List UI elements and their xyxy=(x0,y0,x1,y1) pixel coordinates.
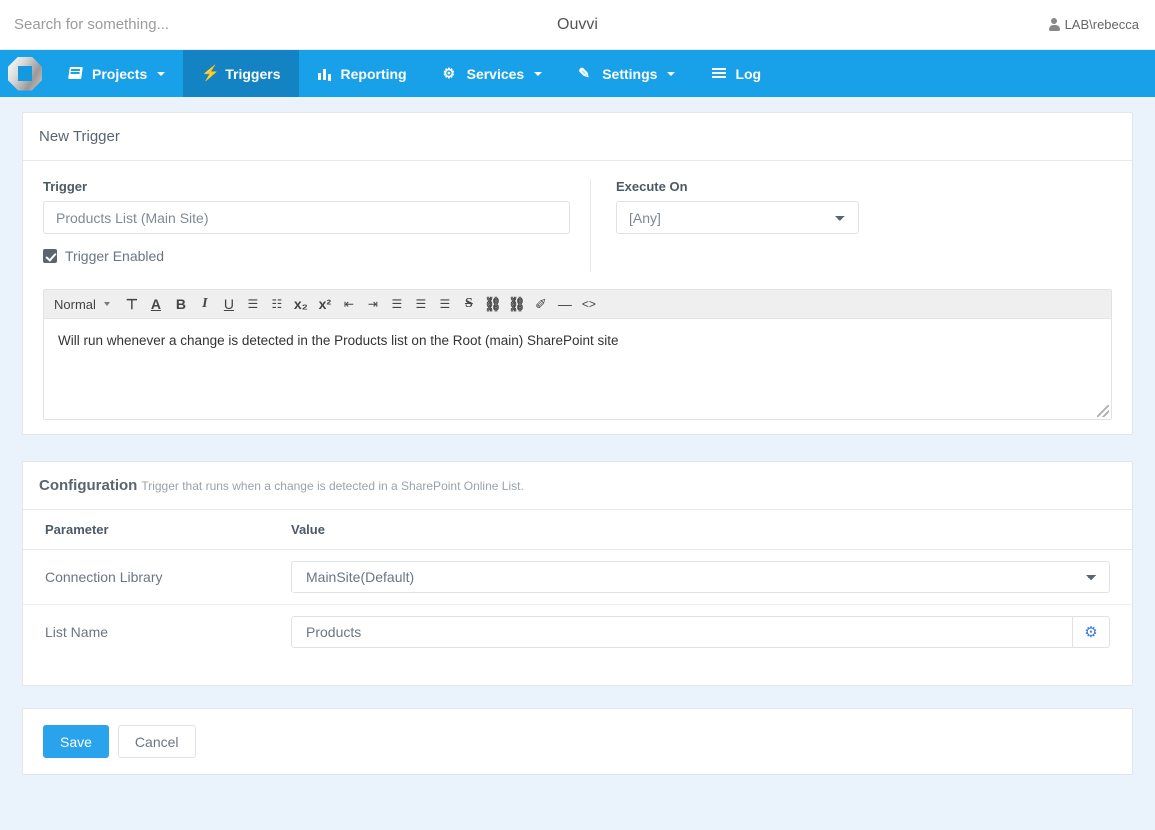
configuration-subtitle: Trigger that runs when a change is detec… xyxy=(141,479,524,493)
font-size-icon[interactable]: ⊤ xyxy=(122,292,144,316)
bullet-list-icon[interactable]: ☷ xyxy=(266,292,288,316)
ouvvi-logo xyxy=(8,56,42,91)
configuration-panel: Configuration Trigger that runs when a ch… xyxy=(22,461,1133,686)
main-navigation-bar: Projects ⚡ Triggers Reporting ⚙ Services… xyxy=(0,50,1155,97)
nav-item-services[interactable]: ⚙ Services xyxy=(425,50,561,97)
column-header-value: Value xyxy=(291,510,1132,550)
chart-icon xyxy=(317,66,333,81)
editor-style-picker-label: Normal xyxy=(54,296,96,312)
parameter-list-name: List Name xyxy=(45,624,109,640)
new-trigger-panel-body: Trigger Trigger Enabled Execute On [Any] xyxy=(23,161,1132,434)
value-connection-library-cell: MainSite(Default) xyxy=(291,549,1132,605)
align-left-icon[interactable]: ☰ xyxy=(386,292,408,316)
table-row: List Name ⚙ xyxy=(23,605,1132,660)
chevron-down-icon xyxy=(157,71,166,76)
editor-resize-handle[interactable] xyxy=(1097,405,1109,417)
top-header-bar: Ouvvi LAB\rebecca xyxy=(0,0,1155,50)
page-title: New Trigger xyxy=(39,128,120,145)
nav-item-projects-label: Projects xyxy=(92,65,148,82)
indent-icon[interactable]: ⇥ xyxy=(362,292,384,316)
list-name-settings-button[interactable]: ⚙ xyxy=(1072,616,1110,648)
gear-icon: ⚙ xyxy=(1084,623,1098,641)
table-header-row: Parameter Value xyxy=(23,510,1132,550)
wand-icon: ✎ xyxy=(578,65,590,81)
chevron-down-icon xyxy=(667,71,676,76)
trigger-name-label: Trigger xyxy=(43,179,88,194)
list-name-input[interactable] xyxy=(291,616,1072,648)
execute-on-column: Execute On [Any] xyxy=(591,179,1112,234)
configuration-table: Parameter Value Connection Library MainS… xyxy=(23,510,1132,659)
configuration-panel-header: Configuration Trigger that runs when a ch… xyxy=(23,462,1132,510)
nav-item-log[interactable]: Log xyxy=(693,50,779,97)
editor-toolbar: Normal ⊤ A B I U ☰ ☷ x₂ x² ⇤ ⇥ ☰ ☰ ☰ S ⛓… xyxy=(44,290,1111,319)
gears-icon: ⚙ xyxy=(442,65,456,81)
superscript-icon[interactable]: x² xyxy=(314,292,336,316)
nav-item-log-label: Log xyxy=(735,65,762,82)
current-user[interactable]: LAB\rebecca xyxy=(1048,17,1139,32)
execute-on-label: Execute On xyxy=(616,179,688,194)
book-icon xyxy=(68,66,84,81)
form-actions-row: Save Cancel xyxy=(23,709,1132,774)
horizontal-rule-icon[interactable]: — xyxy=(554,292,576,316)
save-button[interactable]: Save xyxy=(43,725,109,758)
form-actions-panel: Save Cancel xyxy=(22,708,1133,775)
nav-item-reporting-label: Reporting xyxy=(340,65,407,82)
column-header-parameter: Parameter xyxy=(23,510,291,550)
trigger-name-column: Trigger Trigger Enabled xyxy=(43,179,591,271)
trigger-fields-row: Trigger Trigger Enabled Execute On [Any] xyxy=(43,179,1112,271)
italic-icon[interactable]: I xyxy=(194,292,216,316)
align-right-icon[interactable]: ☰ xyxy=(434,292,456,316)
chevron-down-icon xyxy=(103,302,110,306)
nav-item-settings-label: Settings xyxy=(602,65,658,82)
new-trigger-panel: New Trigger Trigger Trigger Enabled Exec… xyxy=(22,112,1133,435)
new-trigger-panel-header: New Trigger xyxy=(23,113,1132,161)
list-icon xyxy=(711,66,727,81)
nav-item-projects[interactable]: Projects xyxy=(50,50,183,97)
cancel-button[interactable]: Cancel xyxy=(117,725,196,758)
user-icon xyxy=(1048,18,1060,31)
ordered-list-icon[interactable]: ☰ xyxy=(242,292,264,316)
clear-format-icon[interactable]: ✐ xyxy=(530,292,552,316)
description-editor-content[interactable]: Will run whenever a change is detected i… xyxy=(44,319,1111,419)
parameter-connection-library: Connection Library xyxy=(23,549,291,605)
nav-item-reporting[interactable]: Reporting xyxy=(299,50,425,97)
trigger-enabled-label: Trigger Enabled xyxy=(65,248,165,264)
trigger-enabled-checkbox[interactable] xyxy=(43,249,57,263)
nav-item-settings[interactable]: ✎ Settings xyxy=(560,50,693,97)
logo-container[interactable] xyxy=(0,50,50,97)
chevron-down-icon xyxy=(534,71,543,76)
link-icon[interactable]: ⛓ xyxy=(482,292,504,316)
subscript-icon[interactable]: x₂ xyxy=(290,292,312,316)
search-input[interactable] xyxy=(0,0,420,49)
nav-item-services-label: Services xyxy=(466,65,525,82)
strikethrough-icon[interactable]: S xyxy=(458,292,480,316)
execute-on-select[interactable]: [Any] xyxy=(616,201,859,234)
trigger-enabled-row[interactable]: Trigger Enabled xyxy=(43,248,570,264)
connection-library-select[interactable]: MainSite(Default) xyxy=(291,561,1110,593)
bold-icon[interactable]: B xyxy=(170,292,192,316)
outdent-icon[interactable]: ⇤ xyxy=(338,292,360,316)
list-name-input-group: ⚙ xyxy=(291,616,1110,648)
description-editor: Normal ⊤ A B I U ☰ ☷ x₂ x² ⇤ ⇥ ☰ ☰ ☰ S ⛓… xyxy=(43,289,1112,420)
align-center-icon[interactable]: ☰ xyxy=(410,292,432,316)
editor-style-picker[interactable]: Normal xyxy=(52,297,116,312)
configuration-panel-spacer xyxy=(23,659,1132,685)
font-color-icon[interactable]: A xyxy=(146,292,168,316)
configuration-title: Configuration xyxy=(39,477,138,494)
nav-item-triggers-label: Triggers xyxy=(225,65,281,82)
bolt-icon: ⚡ xyxy=(201,65,220,82)
trigger-name-input[interactable] xyxy=(43,201,570,234)
current-user-label: LAB\rebecca xyxy=(1064,17,1139,32)
nav-item-triggers[interactable]: ⚡ Triggers xyxy=(183,50,299,97)
underline-icon[interactable]: U xyxy=(218,292,240,316)
page-content: New Trigger Trigger Trigger Enabled Exec… xyxy=(0,112,1155,775)
value-list-name-cell: ⚙ xyxy=(291,605,1132,660)
source-code-icon[interactable]: <> xyxy=(578,292,600,316)
table-row: Connection Library MainSite(Default) xyxy=(23,549,1132,605)
nav-item-list: Projects ⚡ Triggers Reporting ⚙ Services… xyxy=(50,50,779,97)
unlink-icon[interactable]: ⛓ xyxy=(506,292,528,316)
